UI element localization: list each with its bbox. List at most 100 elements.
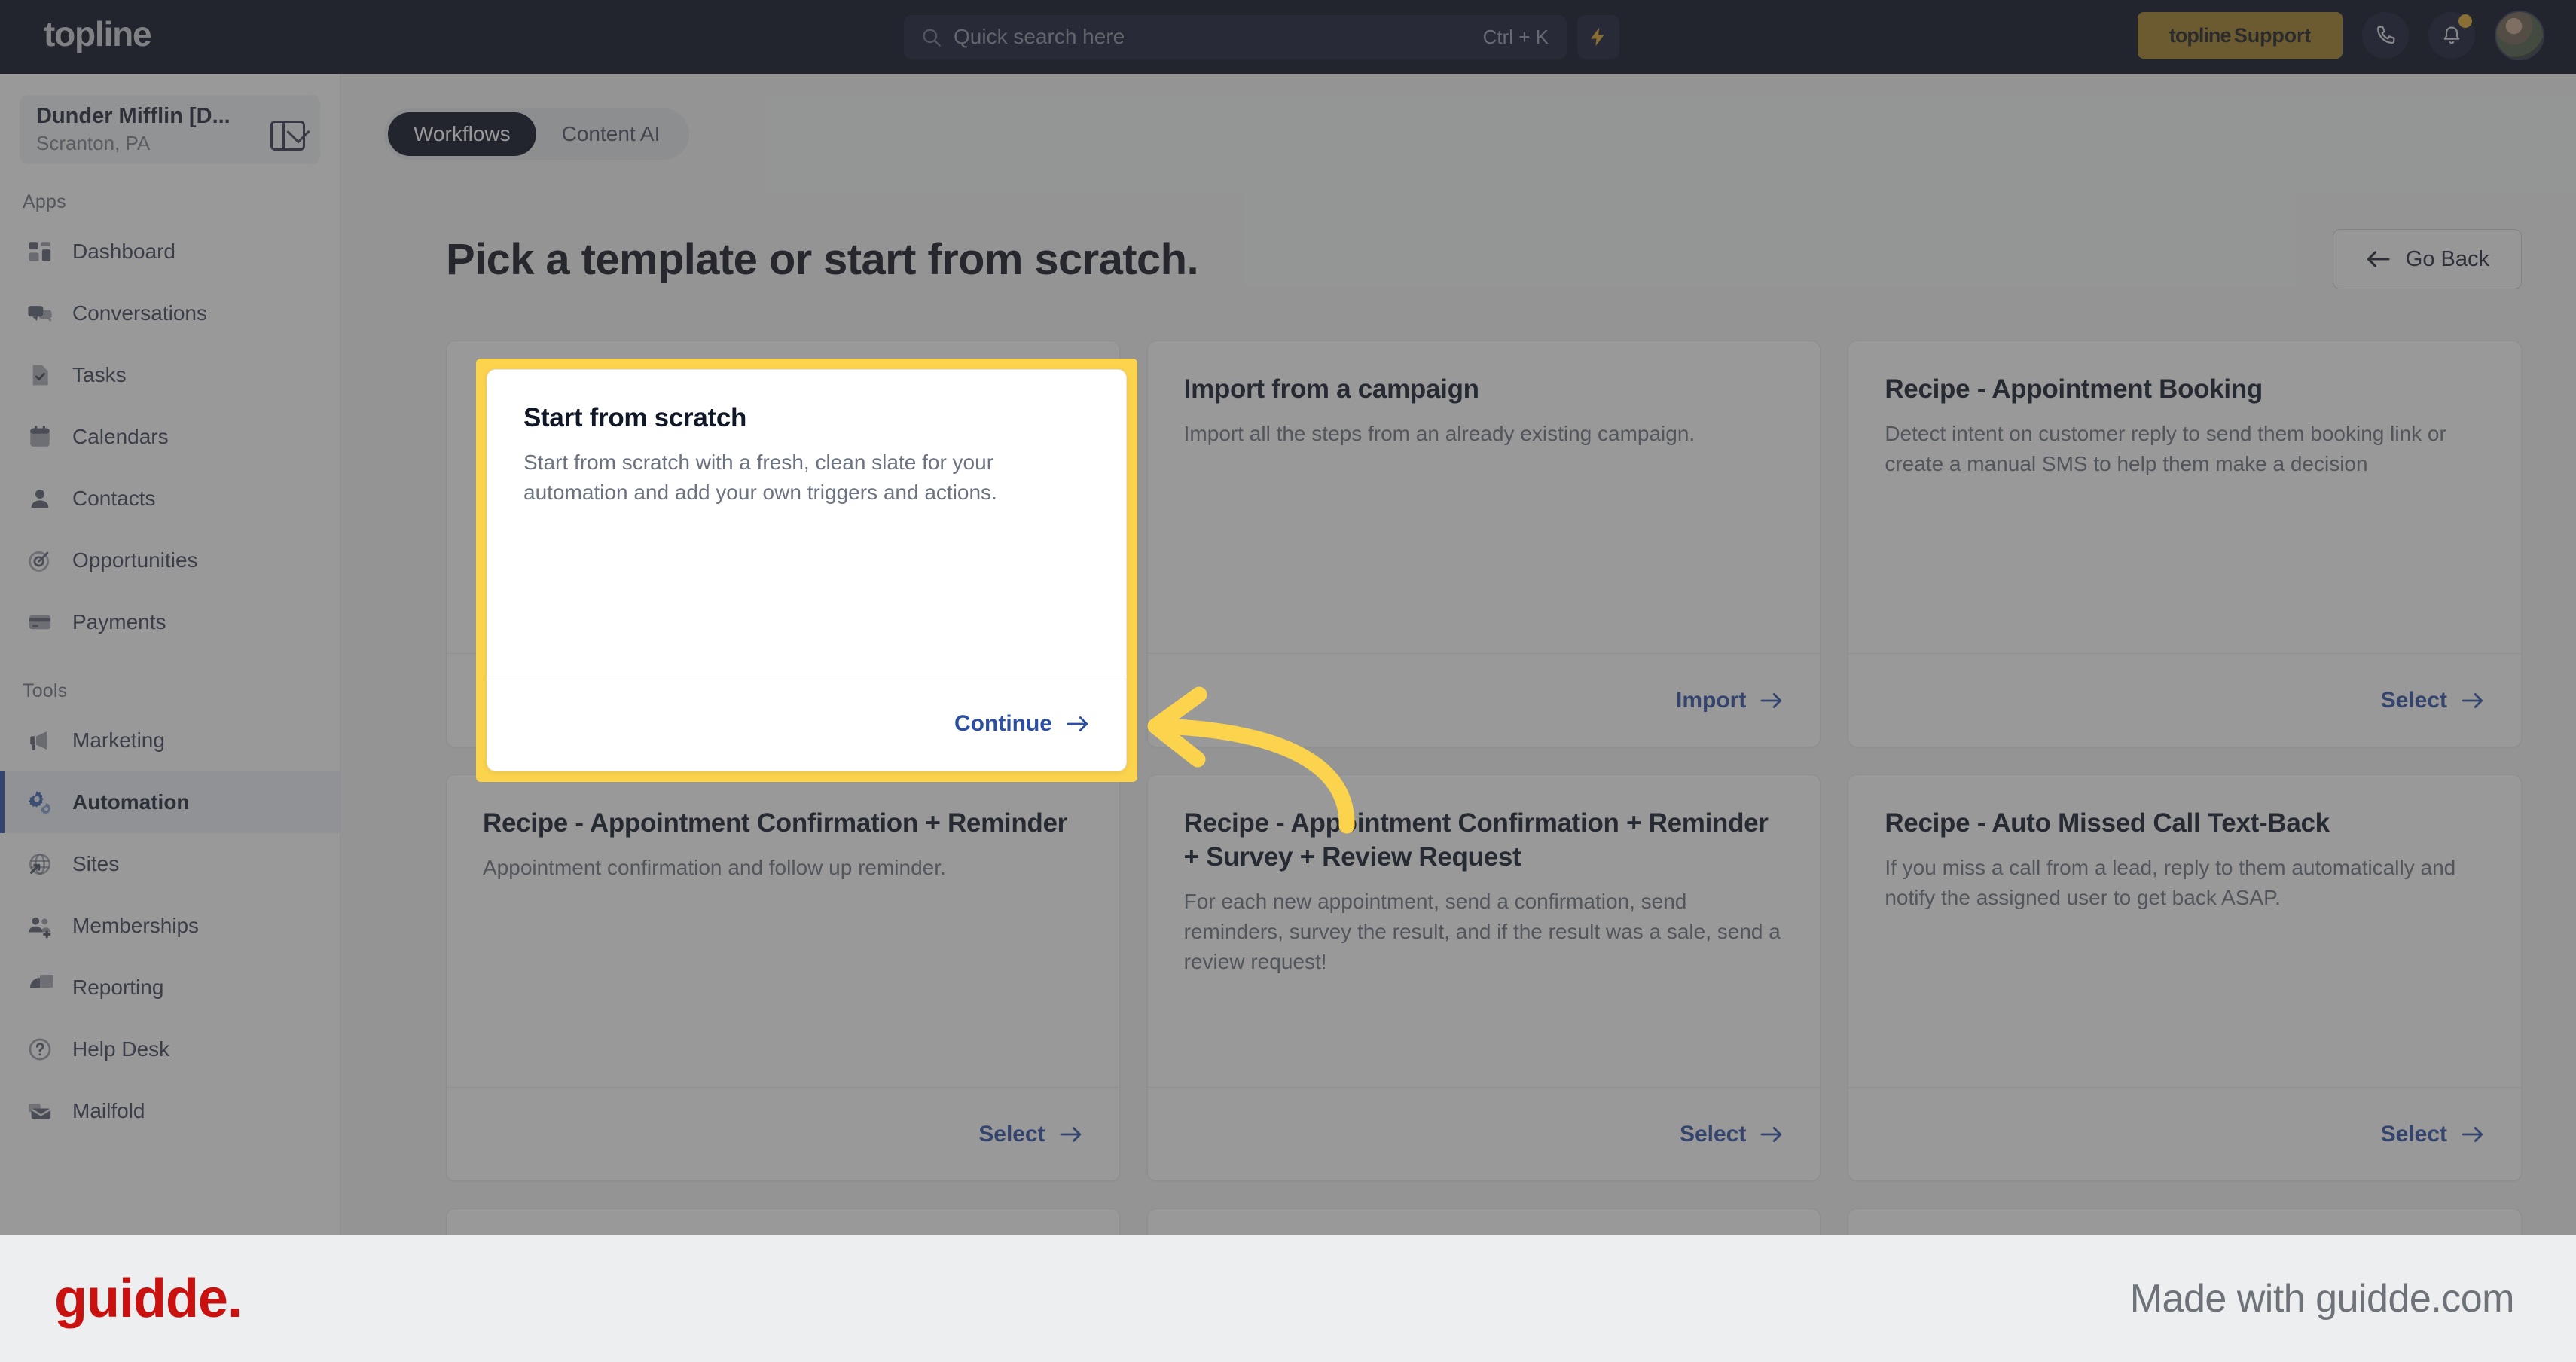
phone-icon [2376, 26, 2395, 44]
sidebar-item-mailfold[interactable]: Mailfold [0, 1080, 340, 1142]
card-action-label: Continue [954, 710, 1052, 736]
quick-actions-button[interactable] [1577, 15, 1619, 59]
sidebar-item-payments[interactable]: Payments [0, 591, 340, 653]
sidebar-item-conversations[interactable]: Conversations [0, 282, 340, 344]
template-card-appointment-confirmation-reminder[interactable]: Recipe - Appointment Confirmation + Remi… [446, 774, 1120, 1181]
guidde-footer: guidde. Made with guidde.com [0, 1235, 2576, 1362]
search-input[interactable]: Quick search here Ctrl + K [904, 15, 1567, 59]
tab-bar: Workflows Content AI [384, 108, 690, 160]
card-action-label: Select [2380, 687, 2447, 713]
header-row: Pick a template or start from scratch. G… [446, 229, 2522, 289]
sidebar-item-label: Calendars [72, 425, 169, 448]
sidebar-item-label: Help Desk [72, 1037, 170, 1061]
sidebar-item-label: Marketing [72, 728, 165, 752]
sidebar-item-label: Contacts [72, 487, 156, 510]
sidebar-item-reporting[interactable]: Reporting [0, 957, 340, 1018]
sidebar-item-help-desk[interactable]: Help Desk [0, 1018, 340, 1080]
sidebar-item-tasks[interactable]: Tasks [0, 344, 340, 406]
continue-button[interactable]: Continue [954, 711, 1090, 737]
phone-button[interactable] [2362, 12, 2409, 59]
select-button[interactable]: Select [2381, 1122, 2485, 1147]
sidebar-item-sites[interactable]: Sites [0, 833, 340, 895]
sidebar-item-label: Conversations [72, 301, 207, 325]
select-button[interactable]: Select [1680, 1122, 1784, 1147]
sidebar-item-contacts[interactable]: Contacts [0, 468, 340, 530]
sidebar-item-opportunities[interactable]: Opportunities [0, 530, 340, 591]
arrow-right-icon [1760, 692, 1782, 708]
sidebar-item-calendars[interactable]: Calendars [0, 406, 340, 468]
sidebar-item-dashboard[interactable]: Dashboard [0, 221, 340, 282]
calendar-icon [26, 423, 54, 451]
card-title: Recipe - Appointment Booking [1885, 374, 2263, 404]
card-description: Detect intent on customer reply to send … [1885, 421, 2446, 476]
select-button[interactable]: Select [2381, 688, 2485, 713]
gears-icon [26, 788, 54, 817]
card-description: If you miss a call from a lead, reply to… [1885, 855, 2456, 910]
card-description: For each new appointment, send a confirm… [1183, 889, 1781, 974]
sidebar-item-label: Payments [72, 610, 166, 634]
credit-card-icon [26, 608, 54, 637]
card-title: Recipe - Auto Missed Call Text-Back [1885, 808, 2330, 838]
nav-group-label-apps: Apps [23, 191, 66, 212]
tab-content-ai[interactable]: Content AI [536, 112, 686, 156]
sidebar-item-memberships[interactable]: Memberships [0, 895, 340, 957]
search-shortcut: Ctrl + K [1482, 25, 1549, 48]
go-back-button[interactable]: Go Back [2332, 229, 2522, 289]
sidebar-item-label: Sites [72, 852, 120, 875]
location-name: Dunder Mifflin [D... [36, 103, 230, 128]
import-button[interactable]: Import [1676, 688, 1784, 713]
template-card-auto-missed-call-text-back[interactable]: Recipe - Auto Missed Call Text-Back If y… [1848, 774, 2522, 1181]
people-plus-icon [26, 912, 54, 940]
topline-logo[interactable]: topline [44, 14, 152, 54]
question-mark-icon [26, 1035, 54, 1064]
search-placeholder: Quick search here [954, 25, 1125, 48]
arrow-right-icon [1760, 1126, 1782, 1142]
card-action-label: Select [1679, 1121, 1747, 1147]
template-card-start-from-scratch-highlighted[interactable]: Start from scratch Start from scratch wi… [487, 369, 1127, 771]
highlighted-template-card[interactable]: Start from scratch Start from scratch wi… [476, 359, 1137, 782]
card-title: Import from a campaign [1183, 374, 1479, 404]
arrow-right-icon [2462, 1126, 2483, 1142]
card-footer: Continue [487, 676, 1126, 771]
card-body: Start from scratch Start from scratch wi… [487, 370, 1126, 676]
card-action-label: Select [978, 1121, 1045, 1147]
top-bar: topline Quick search here Ctrl + K topli… [0, 0, 2576, 74]
sidebar-item-marketing[interactable]: Marketing [0, 710, 340, 771]
avatar[interactable] [2495, 11, 2544, 60]
card-footer: Select [447, 1087, 1119, 1180]
sidebar-item-label: Automation [72, 790, 190, 814]
global-search: Quick search here Ctrl + K [904, 15, 1619, 59]
curved-arrow-icon [1147, 686, 1355, 834]
card-footer: Select [1848, 653, 2521, 747]
sidebar-item-label: Opportunities [72, 548, 198, 572]
card-body: Recipe - Appointment Confirmation + Remi… [447, 775, 1119, 1087]
arrow-left-icon [2367, 251, 2390, 267]
sidebar-toggle-icon[interactable] [270, 121, 305, 151]
sidebar-item-automation[interactable]: Automation [0, 771, 340, 833]
card-title: Recipe - Appointment Confirmation + Remi… [483, 808, 1067, 838]
tab-workflows[interactable]: Workflows [388, 112, 536, 156]
card-action-label: Import [1676, 687, 1747, 713]
guidde-logo: guidde. [54, 1269, 243, 1329]
support-label: Support [2233, 23, 2311, 47]
notifications-button[interactable] [2428, 12, 2475, 59]
select-button[interactable]: Select [978, 1122, 1082, 1147]
page-title: Pick a template or start from scratch. [446, 234, 1199, 284]
card-description: Appointment confirmation and follow up r… [483, 855, 946, 879]
sidebar-item-label: Reporting [72, 976, 164, 999]
person-icon [26, 484, 54, 513]
notification-badge-dot [2458, 14, 2472, 28]
sidebar-item-label: Memberships [72, 914, 200, 937]
card-description: Start from scratch with a fresh, clean s… [523, 450, 997, 505]
globe-icon [26, 850, 54, 878]
template-card-appointment-booking[interactable]: Recipe - Appointment Booking Detect inte… [1848, 340, 2522, 747]
task-check-icon [26, 361, 54, 389]
megaphone-icon [26, 726, 54, 755]
card-footer: Select [1848, 1087, 2521, 1180]
search-icon [923, 29, 941, 47]
support-button[interactable]: topline Support [2137, 12, 2343, 59]
mail-stack-icon [26, 1097, 54, 1125]
sidebar-item-label: Tasks [72, 363, 127, 386]
top-bar-right: topline Support [2137, 11, 2544, 60]
lightning-bolt-icon [1591, 27, 1604, 47]
